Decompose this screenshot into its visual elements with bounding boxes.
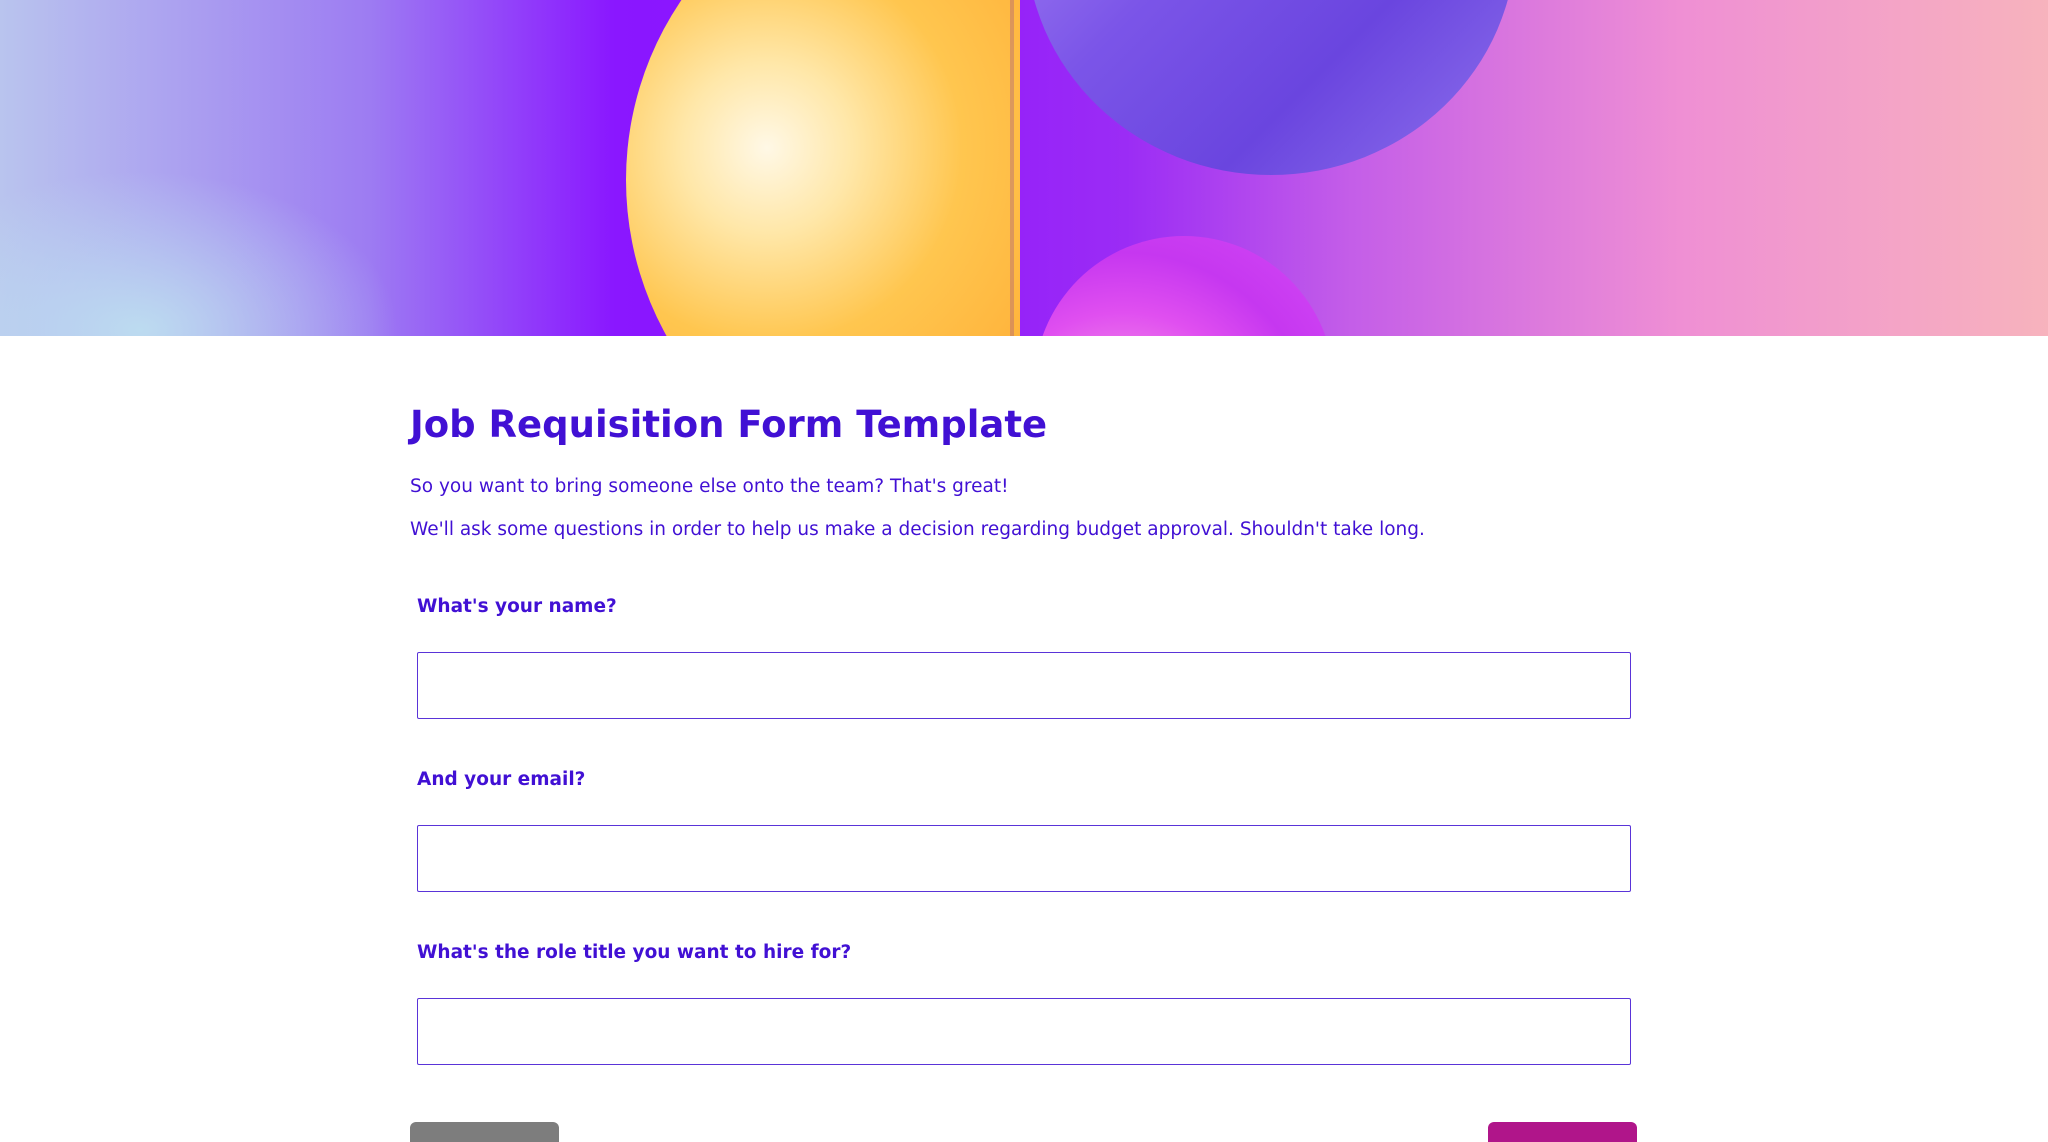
role-title-input[interactable] (417, 998, 1631, 1065)
banner-haze-shape (0, 170, 400, 336)
email-input[interactable] (417, 825, 1631, 892)
previous-button[interactable] (410, 1122, 559, 1142)
banner-pink-sphere (1034, 236, 1334, 336)
form-description-text: We'll ask some questions in order to hel… (410, 519, 1425, 540)
form-title: Job Requisition Form Template (410, 403, 1048, 446)
header-banner-image (0, 0, 2048, 336)
form-intro-text: So you want to bring someone else onto t… (410, 476, 1009, 497)
banner-purple-half-disc (1026, 0, 1516, 175)
banner-divider (1010, 0, 1014, 336)
next-button[interactable] (1488, 1122, 1637, 1142)
role-title-question-label: What's the role title you want to hire f… (417, 942, 852, 963)
name-question-label: What's your name? (417, 596, 617, 617)
email-question-label: And your email? (417, 769, 586, 790)
name-input[interactable] (417, 652, 1631, 719)
